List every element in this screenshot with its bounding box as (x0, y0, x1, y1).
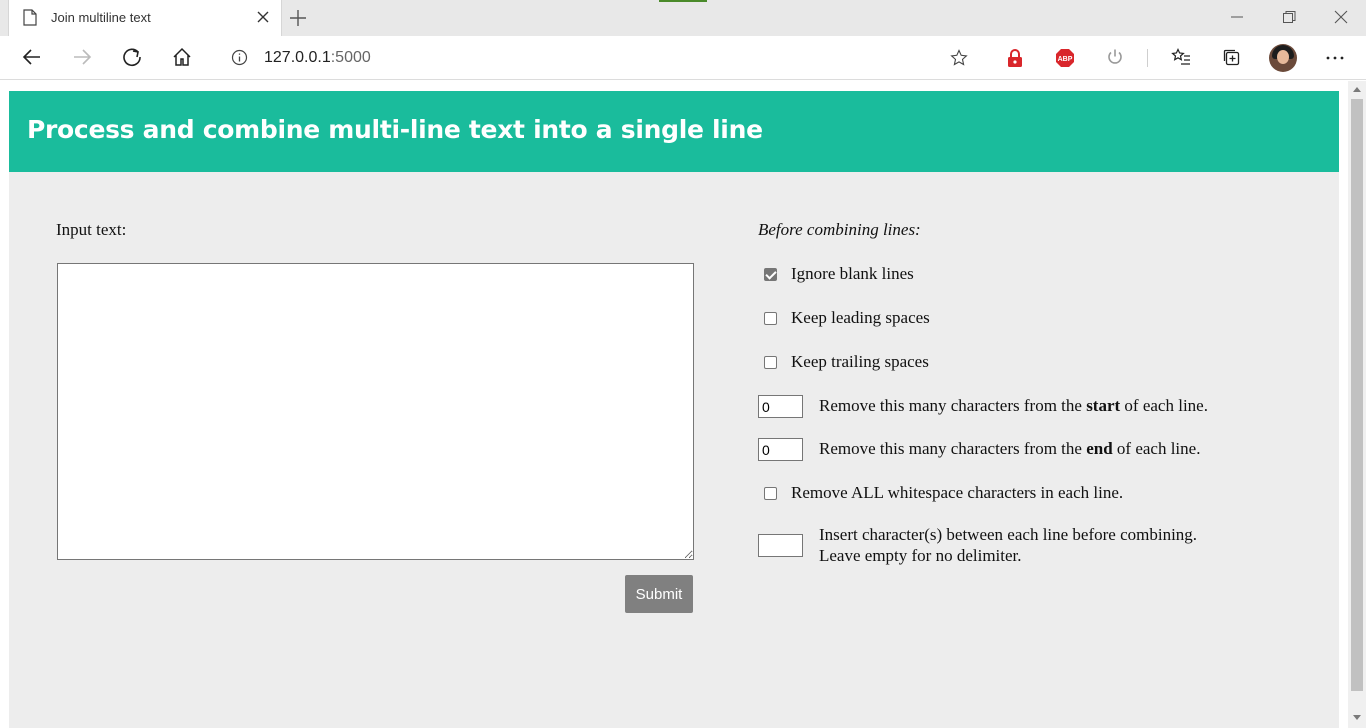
page-viewport: Process and combine multi-line text into… (0, 81, 1348, 728)
lock-extension-icon[interactable] (1006, 48, 1024, 73)
options-title: Before combining lines: (758, 220, 921, 239)
ignore-blank-checkbox[interactable] (764, 268, 777, 281)
delimiter-label-line1: Insert character(s) between each line be… (819, 525, 1198, 544)
adblock-plus-icon[interactable]: ABP (1055, 48, 1075, 73)
more-menu-icon[interactable] (1325, 48, 1345, 73)
remove-start-input[interactable] (758, 395, 803, 418)
input-label: Input text: (56, 220, 127, 239)
minimize-icon[interactable] (1229, 9, 1245, 30)
back-arrow-icon[interactable] (22, 47, 42, 72)
url-text[interactable]: 127.0.0.1:5000 (264, 49, 371, 67)
toolbar-separator (1147, 49, 1148, 67)
close-icon[interactable] (255, 9, 271, 30)
page-title: Process and combine multi-line text into… (27, 115, 763, 144)
power-icon[interactable] (1106, 48, 1124, 71)
delimiter-input[interactable] (758, 534, 803, 557)
window-accent (659, 0, 707, 2)
delimiter-label-line2: Leave empty for no delimiter. (819, 546, 1022, 565)
browser-toolbar: 127.0.0.1:5000 ABP (0, 36, 1366, 80)
star-icon[interactable] (950, 49, 968, 72)
svg-text:ABP: ABP (1058, 56, 1073, 63)
refresh-icon[interactable] (122, 47, 142, 72)
home-icon[interactable] (172, 47, 192, 72)
ignore-blank-label: Ignore blank lines (791, 264, 914, 283)
keep-leading-checkbox[interactable] (764, 312, 777, 325)
address-bar[interactable]: 127.0.0.1:5000 (214, 41, 982, 74)
submit-button[interactable]: Submit (625, 575, 693, 613)
window-close-icon[interactable] (1333, 9, 1349, 30)
profile-avatar[interactable] (1269, 44, 1297, 72)
scrollbar-thumb[interactable] (1351, 99, 1363, 691)
keep-trailing-label: Keep trailing spaces (791, 352, 929, 371)
remove-whitespace-label: Remove ALL whitespace characters in each… (791, 483, 1124, 502)
avatar-face (1277, 50, 1289, 64)
remove-end-post: of each line. (1112, 439, 1201, 458)
url-port: :5000 (330, 49, 371, 66)
forward-arrow-icon[interactable] (72, 47, 92, 72)
keep-leading-label: Keep leading spaces (791, 308, 930, 327)
remove-start-pre: Remove this many characters from the (819, 396, 1087, 415)
tab-title: Join multiline text (51, 10, 151, 25)
document-icon (23, 9, 37, 31)
tab-strip: Join multiline text (0, 0, 1366, 36)
scroll-up-arrow-icon[interactable] (1353, 87, 1361, 92)
url-host: 127.0.0.1 (264, 49, 331, 66)
plus-icon[interactable] (289, 9, 307, 32)
browser-tab[interactable]: Join multiline text (8, 0, 282, 36)
remove-end-label: Remove this many characters from the end… (819, 439, 1200, 459)
remove-start-label: Remove this many characters from the sta… (819, 396, 1208, 416)
favorites-list-icon[interactable] (1171, 48, 1191, 71)
remove-end-bold: end (1086, 439, 1113, 458)
input-textarea[interactable] (57, 263, 694, 560)
collections-icon[interactable] (1222, 48, 1241, 72)
form-panel: Input text: Submit Before combining line… (9, 172, 1339, 728)
keep-trailing-checkbox[interactable] (764, 356, 777, 369)
info-icon[interactable] (231, 49, 248, 71)
remove-end-input[interactable] (758, 438, 803, 461)
remove-whitespace-checkbox[interactable] (764, 487, 777, 500)
remove-start-bold: start (1086, 396, 1121, 415)
remove-start-post: of each line. (1120, 396, 1208, 415)
page-scrollbar[interactable] (1348, 81, 1366, 728)
remove-end-pre: Remove this many characters from the (819, 439, 1087, 458)
scroll-down-arrow-icon[interactable] (1353, 715, 1361, 720)
restore-icon[interactable] (1281, 9, 1297, 30)
page-header: Process and combine multi-line text into… (9, 91, 1339, 172)
